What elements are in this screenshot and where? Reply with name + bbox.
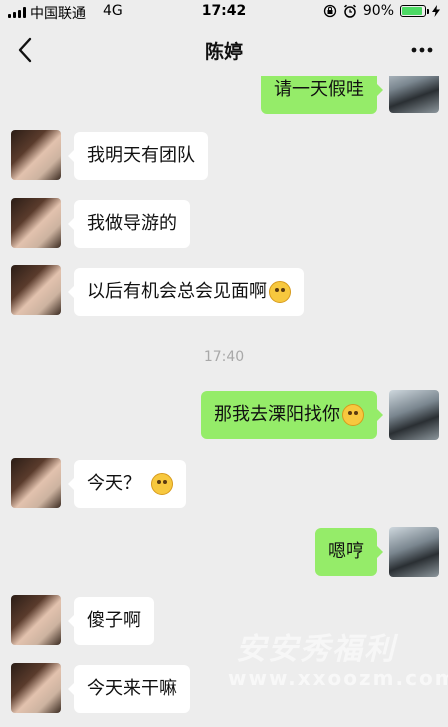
watermark: 安安秀福利 <box>236 632 396 667</box>
wink-tongue-emoji-icon <box>269 281 291 303</box>
nav-bar: 陈婷 <box>0 24 448 76</box>
message-text: 今天？ <box>87 473 141 494</box>
contact-avatar[interactable] <box>11 663 61 713</box>
message-text: 嗯哼 <box>328 541 364 562</box>
message-bubble-received[interactable]: 傻子啊 <box>68 597 154 645</box>
message-bubble-sent[interactable]: 嗯哼 <box>315 528 383 576</box>
chat-screen: 中国联通 4G 17:42 90% 陈婷 请一天假哇 我明天有团队 我做导游的 … <box>0 0 448 727</box>
message-text: 我做导游的 <box>87 213 177 234</box>
grimace-emoji-icon <box>342 404 364 426</box>
my-avatar[interactable] <box>389 390 439 440</box>
message-bubble-received[interactable]: 以后有机会总会见面啊 <box>68 268 304 316</box>
message-text: 今天来干嘛 <box>87 678 177 699</box>
message-list: 请一天假哇 我明天有团队 我做导游的 以后有机会总会见面啊 17:40 那我去溧… <box>0 0 448 727</box>
my-avatar[interactable] <box>389 527 439 577</box>
message-bubble-received[interactable]: 我做导游的 <box>68 200 190 248</box>
contact-avatar[interactable] <box>11 458 61 508</box>
message-bubble-received[interactable]: 今天？ <box>68 460 186 508</box>
contact-avatar[interactable] <box>11 130 61 180</box>
message-bubble-sent[interactable]: 那我去溧阳找你 <box>201 391 383 439</box>
contact-avatar[interactable] <box>11 595 61 645</box>
chat-title: 陈婷 <box>204 41 243 63</box>
message-text: 以后有机会总会见面啊 <box>87 281 267 302</box>
message-text: 我明天有团队 <box>87 145 195 166</box>
shocked-emoji-icon <box>151 473 173 495</box>
message-bubble-received[interactable]: 我明天有团队 <box>68 132 208 180</box>
message-timestamp: 17:40 <box>203 349 245 365</box>
more-button[interactable] <box>410 42 434 58</box>
watermark-url: www.xxoozm.com <box>228 666 448 690</box>
message-text: 那我去溧阳找你 <box>214 404 340 425</box>
message-text: 傻子啊 <box>87 610 141 631</box>
contact-avatar[interactable] <box>11 198 61 248</box>
contact-avatar[interactable] <box>11 265 61 315</box>
message-bubble-received[interactable]: 今天来干嘛 <box>68 665 190 713</box>
